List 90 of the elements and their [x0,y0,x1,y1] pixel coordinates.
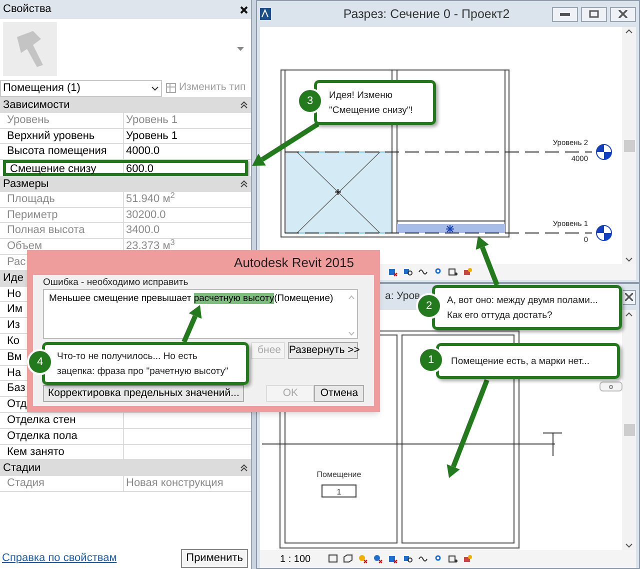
section-header[interactable]: Размеры [3,176,49,192]
cancel-button[interactable]: Отмена [314,385,364,402]
close-button[interactable] [623,290,636,304]
scroll-down-icon[interactable] [625,257,633,262]
property-label: Им [7,303,22,316]
property-label: Баз [7,382,26,394]
error-message: Меньшее смещение превышает расчетную высоту(Помещение) [49,293,334,306]
property-value: Новая конструкция [126,477,224,490]
property-value: Уровень 1 [126,114,178,126]
app-icon [260,8,271,20]
property-label: Объем [7,240,42,252]
close-button[interactable] [610,6,636,22]
section-header[interactable]: Иде [3,270,24,287]
property-label: Отделка пола [7,430,78,442]
property-label: Вм [7,350,22,363]
property-label: Отд [7,398,27,410]
scrollbar-thumb[interactable] [624,140,634,152]
callout-text: Что-то не получилось... Но есть зацепка: фраза про "рачетную высоту" [57,350,228,378]
property-label: Но [7,288,22,300]
property-label: Уровень [7,114,50,126]
level-marker-icon [596,225,612,241]
window-title: а: Уров [385,289,420,304]
scroll-down-icon[interactable] [625,543,633,548]
property-label: Из [7,319,20,332]
property-label: Высота помещения [7,145,107,158]
help-link[interactable]: Справка по свойствам [2,550,117,566]
property-value: 30200.0 [126,208,166,221]
maximize-icon [588,10,599,18]
view-tool-icon[interactable] [328,554,338,564]
expand-button[interactable]: Развернуть >> [288,342,358,359]
property-label: Рас [7,256,26,268]
close-icon [625,293,633,301]
room-tag[interactable]: 1 [322,484,356,498]
collapse-icon[interactable] [240,464,248,472]
maximize-button[interactable] [580,6,607,22]
callout-text: Идея! Изменю "Смещение снизу"! [329,88,413,118]
adjust-limits-button[interactable]: Корректировка предельных значений... [43,385,244,402]
property-value: 23.373 м$^{3}$ [126,240,175,252]
scroll-up-icon[interactable] [625,312,633,317]
minimize-icon [560,12,570,16]
property-value-field[interactable]: 600.0 [126,163,154,176]
view-tool-icon[interactable] [448,554,458,564]
minimize-button[interactable] [552,6,578,22]
view-tool-icon[interactable] [403,267,413,277]
scroll-up-icon[interactable] [625,29,633,34]
view-tool-icon[interactable] [448,267,458,277]
collapse-icon[interactable] [240,180,248,188]
room-label: Помещение [316,470,362,479]
view-tool-icon[interactable] [402,554,413,564]
close-icon [618,10,628,18]
property-label: Отделка стен [7,414,76,426]
level-marker-icon [596,144,612,160]
view-tool-icon[interactable] [418,554,428,564]
dialog-title: Autodesk Revit 2015 [234,254,354,272]
property-label: Верхний уровень [7,130,95,142]
navigation-bar[interactable] [600,382,622,392]
panel-title: Свойства [3,2,52,18]
property-label: Ко [7,334,20,347]
group-label: Ошибка - необходимо исправить [43,277,190,289]
section-mark [542,432,562,456]
property-value: 51.940 м$^{2}$ [126,192,175,205]
collapse-icon[interactable] [240,100,248,109]
apply-button[interactable]: Применить [181,548,248,568]
table-icon [166,83,176,93]
type-selector[interactable]: Помещения (1) [0,80,162,96]
floor-slab[interactable] [396,220,506,233]
view-tool-icon[interactable] [342,554,353,564]
scrollbar-thumb[interactable] [624,424,634,436]
property-value: 4000.0 [126,145,160,158]
window-title: Разрез: Сечение 0 - Проект2 [343,6,510,23]
property-value: 3400.0 [126,224,160,236]
callout-text: А, вот оно: между двумя полами... Как его оттуда достать? [447,294,598,322]
section-header[interactable]: Стадии [3,460,41,476]
room-section[interactable] [284,152,392,234]
property-label: На [7,366,22,379]
close-icon[interactable] [240,6,248,14]
snowflake-icon [446,224,454,234]
property-label: Стадия [7,477,44,490]
property-label: Кем занято [7,446,64,458]
scale-label[interactable]: 1 : 100 [280,552,311,566]
chevron-down-icon [151,86,159,90]
property-label: Площадь [7,192,55,205]
dropdown-caret-icon[interactable] [237,47,244,51]
view-tool-icon[interactable] [388,267,398,277]
property-value: Уровень 1 [126,130,178,142]
callout-text: Помещение есть, а марки нет... [451,354,590,368]
property-label: Полная высота [7,224,85,236]
property-label: Периметр [7,208,58,221]
view-tool-icon[interactable] [388,554,398,564]
property-label: Смещение снизу [10,163,96,176]
